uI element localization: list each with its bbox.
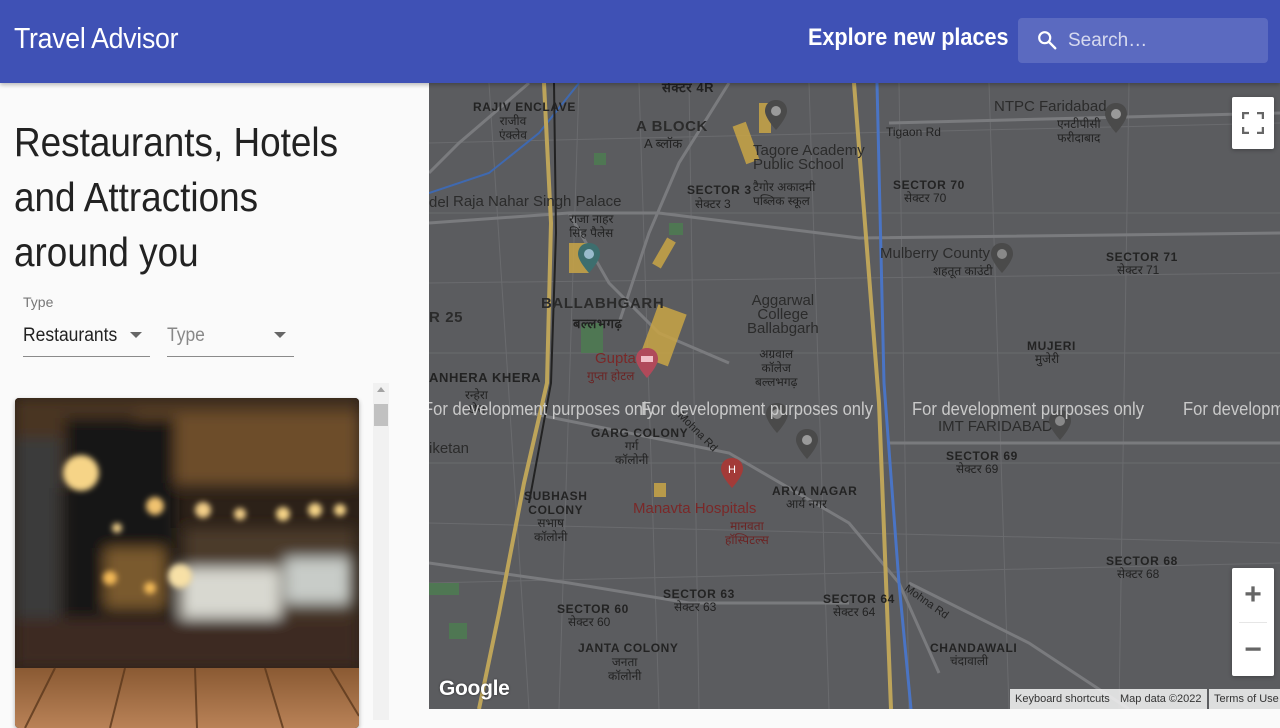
svg-text:H: H [728,464,736,476]
map-label-arya-nagar-hi: आर्य नगर [786,497,827,511]
place-card-image [15,398,359,728]
map-label-raja-nahar-palace-hi: राजा नाहर सिंह पैलेस [569,212,614,240]
map-label-ballabhgarh-hi: बल्लभगढ़ [573,316,623,331]
map-label-subhash-colony: SUBHASH COLONY [524,489,588,517]
map-label-sector-3: SECTOR 3 [687,183,752,197]
scrollbar-thumb[interactable] [374,404,388,426]
map-label-del: del [429,194,450,211]
map-label-sector-70: SECTOR 70 [893,178,965,192]
map-label-a-block: A BLOCK [636,118,708,135]
camera-pin-icon[interactable] [578,243,600,273]
dev-watermark-3: For development purposes only [912,399,1144,419]
caret-down-icon [130,332,142,338]
zoom-controls: + − [1232,568,1274,676]
rating-select[interactable]: Type [167,319,294,357]
map-label-mulberry-county-hi: शहतूत काउंटी [933,264,993,278]
map-label-aggarwal-college-hi: अग्रवाल कॉलेज बल्लभगढ़ [755,347,798,389]
map-bottom-gap [429,709,1280,720]
map-label-manavta-hospitals-hi: मानवता हॉस्पिटल्स [725,519,769,547]
map-label-r25: R 25 [429,309,464,326]
map-view[interactable]: सेक्टर 4R RAJIV ENCLAVE राजीव एंक्लेव A … [429,83,1280,709]
map-label-tagore-academy-hi: टैगोर अकादमी पब्लिक स्कूल [753,180,816,208]
map-label-sector-3-hi: सेक्टर 3 [695,197,731,211]
place-card[interactable] [15,398,359,728]
list-scrollbar[interactable] [373,383,389,720]
map-label-iketan: iketan [429,440,470,457]
map-label-gupta: Gupta [595,350,636,367]
dev-watermark-2: For development purposes only [641,399,873,419]
map-label-ntpc-faridabad-hi: एनटीपीसी फरीदाबाद [1057,117,1101,145]
keyboard-shortcuts-link[interactable]: Keyboard shortcuts [1010,689,1115,709]
search-icon [1038,31,1057,50]
map-label-sector-60-hi: सेक्टर 60 [568,615,611,629]
list-panel: Restaurants, Hotels and Attractions arou… [0,83,429,728]
map-label-sector-64: SECTOR 64 [823,592,895,606]
map-label-sector-68-hi: सेक्टर 68 [1117,567,1160,581]
search-input[interactable] [1068,18,1258,63]
map-label-rajiv-enclave-hi: राजीव एंक्लेव [499,114,527,142]
map-label-sector-71: SECTOR 71 [1106,250,1178,264]
dev-watermark-4: For development purposes only [1183,399,1280,419]
map-label-sector-69: SECTOR 69 [946,449,1018,463]
map-label-sector-63-hi: सेक्टर 63 [674,600,717,614]
map-label-aggarwal-college: Aggarwal College Ballabgarh [747,292,819,337]
map-label-a-block-hi: A ब्लॉक [644,136,683,151]
map-label-sector4r: सेक्टर 4R [662,83,715,95]
map-label-sector-70-hi: सेक्टर 70 [904,191,947,205]
map-label-tagore-academy: Tagore Academy Public School [753,142,865,173]
type-select-label: Type [23,294,54,310]
map-label-ntpc-faridabad: NTPC Faridabad [994,98,1107,115]
zoom-out-button[interactable]: − [1232,623,1274,676]
map-label-manavta-hospitals: Manavta Hospitals [633,500,757,517]
google-logo: Google [439,677,510,700]
map-label-arya-nagar: ARYA NAGAR [772,484,858,498]
caret-down-icon [274,332,286,338]
type-select-value: Restaurants [23,325,118,346]
terms-of-use-link[interactable]: Terms of Use [1209,689,1280,709]
map-label-imt-faridabad: IMT FARIDABAD [938,418,1053,435]
fullscreen-icon [1242,112,1264,134]
map-label-mulberry-county: Mulberry County [880,245,991,262]
map-label-subhash-colony-hi: सभाष कॉलोनी [534,516,568,544]
map-label-janta-colony: JANTA COLONY [578,641,679,655]
search-box[interactable] [1018,18,1268,63]
mulberry-pin-icon[interactable] [991,243,1013,273]
map-label-sector-68: SECTOR 68 [1106,554,1178,568]
map-label-janta-colony-hi: जनता कॉलोनी [608,655,642,683]
map-label-garg-colony-hi: गर्ग कॉलोनी [615,439,649,467]
map-label-garg-colony: GARG COLONY [591,426,689,440]
map-label-mujeri: MUJERI [1027,339,1076,353]
app-bar: Travel Advisor Explore new places [0,0,1280,83]
map-label-chandawali: CHANDAWALI [930,641,1018,655]
map-label-mujeri-hi: मुजेरी [1035,352,1060,366]
map-data-label: Map data ©2022 [1115,689,1207,709]
school-pin-icon-2[interactable] [796,429,818,459]
school-pin-icon[interactable] [765,100,787,130]
map-label-anhera-khera: ANHERA KHERA [429,370,542,385]
map-label-sector-69-hi: सेक्टर 69 [956,462,999,476]
scroll-up-arrow-icon[interactable] [377,387,385,392]
map-label-sector-71-hi: सेक्टर 71 [1117,263,1160,277]
app-title: Travel Advisor [14,23,179,55]
map-label-rajiv-enclave: RAJIV ENCLAVE [473,100,576,114]
ntpc-pin-icon[interactable] [1105,103,1127,133]
map-label-sector-63: SECTOR 63 [663,587,735,601]
page-title: Restaurants, Hotels and Attractions arou… [14,119,339,275]
map-label-raja-nahar-palace: Raja Nahar Singh Palace [453,193,622,210]
map-label-sector-64-hi: सेक्टर 64 [833,605,876,619]
dev-watermark-1: For development purposes only [429,399,655,419]
map-label-gupta-hi: गुप्ता होटल [587,369,635,383]
map-label-tigaon-rd: Tigaon Rd [886,125,941,139]
map-label-sector-60: SECTOR 60 [557,602,629,616]
hotel-pin-icon[interactable] [636,348,658,378]
type-select[interactable]: Restaurants [23,319,150,357]
explore-label: Explore new places [808,24,1009,51]
map-label-ballabhgarh: BALLABHGARH [541,295,665,312]
fullscreen-button[interactable] [1232,97,1274,149]
rating-select-value: Type [167,325,205,346]
hospital-pin-icon[interactable]: H [721,458,743,488]
zoom-in-button[interactable]: + [1232,568,1274,622]
map-label-chandawali-hi: चंदावाली [950,654,989,668]
